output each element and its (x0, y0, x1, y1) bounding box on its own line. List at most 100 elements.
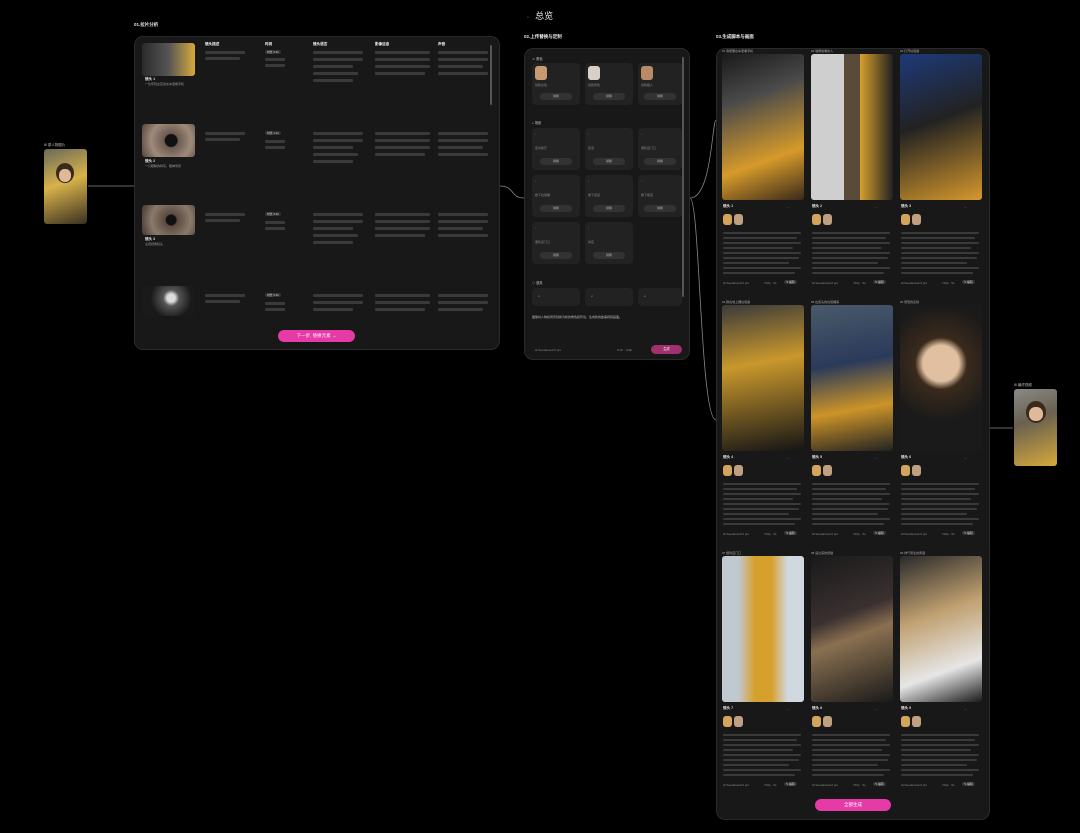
shot-model[interactable]: ⊞ Seedance2.0 pro (812, 281, 838, 285)
prop-card-2[interactable]: ⌀ (585, 288, 633, 306)
avatar (723, 465, 732, 476)
role-card-3[interactable]: 替换路人 替换 (638, 63, 682, 105)
avatar (901, 716, 910, 727)
edit-button[interactable]: ✎ 编辑 (962, 782, 975, 786)
replace-button[interactable]: 替换 (540, 205, 572, 212)
prop-card-3[interactable]: ⌀ (638, 288, 682, 306)
shot-image[interactable] (811, 54, 893, 200)
scrollbar[interactable] (490, 45, 492, 105)
model-select[interactable]: ⊞ Seedance2.0 pro (535, 348, 561, 352)
replace-button[interactable]: 替换 (540, 158, 572, 165)
shot-image[interactable] (722, 54, 804, 200)
edit-button[interactable]: ✎ 编辑 (784, 280, 797, 284)
role-card-1[interactable]: 替换女性 替换 (532, 63, 580, 105)
shot-ratio[interactable]: 720p · 5s (853, 532, 866, 536)
replace-button[interactable]: 替换 (540, 252, 572, 259)
shot-4-thumb[interactable] (142, 286, 195, 316)
shot-model[interactable]: ⊞ Seedance2.0 pro (723, 783, 749, 787)
shot-image[interactable] (811, 305, 893, 451)
shot-image[interactable] (900, 54, 982, 200)
edit-button[interactable]: ✎ 编辑 (962, 531, 975, 535)
replace-button[interactable]: 替换 (593, 158, 625, 165)
replace-button[interactable]: 替换 (644, 93, 676, 100)
edit-button[interactable]: ✎ 编辑 (873, 280, 886, 284)
shot-model[interactable]: ⊞ Seedance2.0 pro (901, 281, 927, 285)
shot-ratio[interactable]: 720p · 5s (942, 532, 955, 536)
scrollbar[interactable] (682, 57, 684, 297)
avatar (734, 716, 743, 727)
shot-1-thumb[interactable] (142, 43, 195, 76)
shot-image[interactable] (722, 556, 804, 702)
shot-ratio[interactable]: 720p · 5s (764, 532, 777, 536)
shot-menu-icon[interactable]: ⋯ (786, 205, 789, 209)
edit-button[interactable]: ✎ 编辑 (784, 782, 797, 786)
next-step-button[interactable]: 下一步, 替换元素 → (278, 330, 355, 342)
col-header-lang: 镜头语言 (313, 42, 328, 46)
output-video[interactable] (1014, 389, 1057, 466)
shot-2-thumb[interactable] (142, 124, 195, 157)
shot-menu-icon[interactable]: ⋯ (875, 456, 878, 460)
scene-card-7[interactable]: ▫ 便利店门口 替换 (532, 222, 580, 264)
shot-model[interactable]: ⊞ Seedance2.0 pro (812, 532, 838, 536)
shot-label: 镜头 9 (901, 706, 912, 710)
shot-menu-icon[interactable]: ⋯ (964, 707, 967, 711)
scene-card-6[interactable]: ▫ 楼下巷道 替换 (638, 175, 682, 217)
scene-card-4[interactable]: ▫ 楼下垃圾桶 替换 (532, 175, 580, 217)
edit-button[interactable]: ✎ 编辑 (873, 782, 886, 786)
generate-all-button[interactable]: 全部生成 (815, 799, 891, 811)
role-card-2[interactable]: 替换男性 替换 (585, 63, 633, 105)
scene-card-5[interactable]: ▫ 楼下街道 替换 (585, 175, 633, 217)
shot-label: 镜头 4 (723, 455, 734, 459)
replace-button[interactable]: 替换 (644, 205, 676, 212)
shot-ratio[interactable]: 720p · 5s (942, 783, 955, 787)
shot-model[interactable]: ⊞ Seedance2.0 pro (723, 532, 749, 536)
replace-button[interactable]: 替换 (540, 93, 572, 100)
col-header-time: 时间 (265, 42, 273, 46)
shot-menu-icon[interactable]: ⋯ (786, 707, 789, 711)
shot-label: 镜头 2 (812, 204, 823, 208)
shot-header: 07 便利店门口 (722, 551, 742, 555)
section-1-label: 01.拉片分析 (134, 22, 159, 27)
edit-button[interactable]: ✎ 编辑 (873, 531, 886, 535)
shot-label: 镜头 6 (901, 455, 912, 459)
shot-menu-icon[interactable]: ⋯ (964, 205, 967, 209)
shot-image[interactable] (811, 556, 893, 702)
shot-menu-icon[interactable]: ⋯ (786, 456, 789, 460)
shot-menu-icon[interactable]: ⋯ (875, 205, 878, 209)
replace-button[interactable]: 替换 (593, 252, 625, 259)
shot-image[interactable] (722, 305, 804, 451)
source-person-image[interactable] (44, 149, 87, 224)
shot-image[interactable] (900, 556, 982, 702)
shot-model[interactable]: ⊞ Seedance2.0 pro (812, 783, 838, 787)
prompt-text[interactable]: 图像将人物和场景替换为新的角色和环境，生成新的故事视频画面。 (532, 315, 682, 319)
prop-card-1[interactable]: ⌀ (532, 288, 580, 306)
avatar (901, 214, 910, 225)
avatar (812, 716, 821, 727)
shot-ratio[interactable]: 720p · 5s (764, 783, 777, 787)
edit-button[interactable]: ✎ 编辑 (784, 531, 797, 535)
shot-menu-icon[interactable]: ⋯ (964, 456, 967, 460)
generate-button[interactable]: 生成 (651, 345, 682, 354)
shot-model[interactable]: ⊞ Seedance2.0 pro (723, 281, 749, 285)
shot-ratio[interactable]: 720p · 5s (853, 281, 866, 285)
shot-ratio[interactable]: 720p · 5s (764, 281, 777, 285)
shot-menu-icon[interactable]: ⋯ (875, 707, 878, 711)
row-1-desc: 一位年轻女孩坐在车里看手机 (145, 82, 185, 86)
shot-model[interactable]: ⊞ Seedance2.0 pro (901, 783, 927, 787)
edit-button[interactable]: ✎ 编辑 (962, 280, 975, 284)
shot-ratio[interactable]: 720p · 5s (942, 281, 955, 285)
scene-card-2[interactable]: ▫ 街道 替换 (585, 128, 633, 170)
shot-image[interactable] (900, 305, 982, 451)
replace-button[interactable]: 替换 (593, 93, 625, 100)
col-header-sound: 声音 (438, 42, 446, 46)
scene-card-1[interactable]: ▫ 室内客厅 替换 (532, 128, 580, 170)
scene-card-3[interactable]: ▫ 便利店门口 替换 (638, 128, 682, 170)
shot-model[interactable]: ⊞ Seedance2.0 pro (901, 532, 927, 536)
scene-card-8[interactable]: ▫ 商店 替换 (585, 222, 633, 264)
avatar (734, 214, 743, 225)
shot-3-thumb[interactable] (142, 205, 195, 235)
replace-button[interactable]: 替换 (644, 158, 676, 165)
shot-ratio[interactable]: 720p · 5s (853, 783, 866, 787)
ratio-select[interactable]: 9:16 · 720p (617, 348, 632, 352)
replace-button[interactable]: 替换 (593, 205, 625, 212)
